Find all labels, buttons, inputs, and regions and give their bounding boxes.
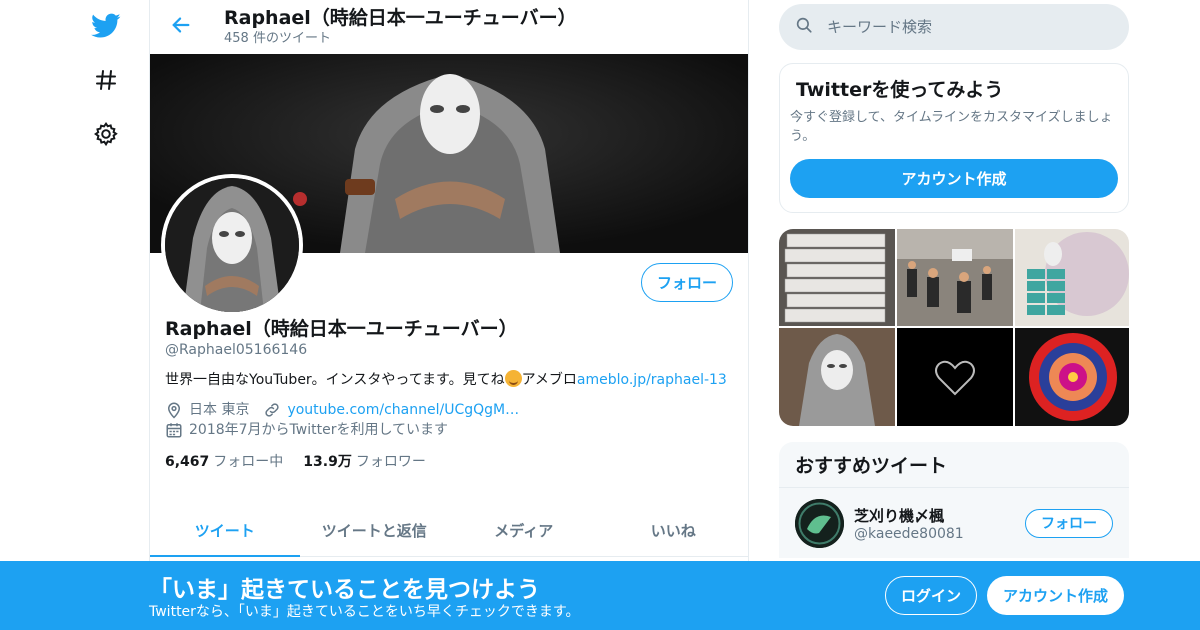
header-title: Raphael（時給日本一ユーチューバー） — [224, 7, 577, 29]
bio-text-after: アメブロ — [521, 372, 577, 388]
followers-stat[interactable]: 13.9万 フォロワー — [303, 451, 426, 471]
arrow-left-icon — [170, 14, 192, 40]
followers-count: 13.9万 — [303, 454, 352, 470]
signup-button[interactable]: アカウント作成 — [987, 576, 1124, 615]
profile-bio: 世界一自由なYouTuber。インスタやってます。見てね アメブロameblo.j… — [165, 370, 730, 390]
recommended-user-handle: @kaeede80081 — [854, 525, 964, 542]
media-thumbnail[interactable] — [1015, 328, 1129, 426]
media-thumbnail[interactable] — [897, 229, 1013, 326]
profile-info: Raphael（時給日本一ユーチューバー） @Raphael05166146 世… — [165, 317, 735, 471]
following-stat[interactable]: 6,467 フォロー中 — [165, 451, 283, 471]
tab-tweets-and-replies[interactable]: ツイートと返信 — [300, 505, 450, 556]
recommended-user[interactable]: 芝刈り機〆楓 @kaeede80081 フォロー — [779, 488, 1129, 558]
followers-label: フォロワー — [355, 454, 426, 470]
search-box — [779, 4, 1129, 50]
profile-stats: 6,467 フォロー中 13.9万 フォロワー — [165, 451, 735, 471]
location-pin-icon — [165, 401, 183, 419]
bottom-signup-bar: 「いま」起きていることを見つけよう Twitterなら、「いま」起きていることを… — [0, 561, 1200, 630]
left-nav — [82, 8, 130, 156]
bottom-bar-subtitle: Twitterなら、「いま」起きていることをいち早くチェックできます。 — [149, 604, 580, 620]
create-account-button[interactable]: アカウント作成 — [790, 159, 1118, 198]
bio-link[interactable]: ameblo.jp/raphael-13 — [577, 372, 727, 388]
twitter-logo-button[interactable] — [86, 8, 126, 48]
recommended-title: おすすめツイート — [779, 442, 1129, 488]
login-button[interactable]: ログイン — [885, 576, 977, 615]
tab-tweets[interactable]: ツイート — [150, 505, 300, 557]
profile-column: Raphael（時給日本一ユーチューバー） 458 件のツイート フォロー Ra… — [149, 0, 749, 630]
follow-button[interactable]: フォロー — [640, 263, 733, 302]
recommended-tweets: おすすめツイート 芝刈り機〆楓 @kaeede80081 フォロー — [779, 442, 1129, 558]
tab-media[interactable]: メディア — [449, 505, 599, 556]
media-thumbnail[interactable] — [1015, 229, 1129, 326]
hashtag-icon — [94, 68, 118, 96]
profile-handle: @Raphael05166146 — [165, 342, 308, 358]
recommended-follow-button[interactable]: フォロー — [1025, 508, 1113, 538]
profile-location: 日本 東京 — [189, 402, 250, 418]
media-grid — [779, 229, 1129, 426]
following-label: フォロー中 — [213, 454, 284, 470]
bio-text: 世界一自由なYouTuber。インスタやってます。見てね — [165, 372, 505, 388]
signup-card-text: 今すぐ登録して、タイムラインをカスタマイズしましょう。 — [790, 110, 1113, 144]
search-input[interactable] — [827, 18, 1087, 36]
settings-button[interactable] — [86, 116, 126, 156]
gear-icon — [93, 121, 119, 151]
bottom-bar-title: 「いま」起きていることを見つけよう — [149, 577, 540, 603]
avatar-image — [165, 178, 299, 312]
explore-button[interactable] — [86, 62, 126, 102]
following-count: 6,467 — [165, 454, 210, 470]
smiling-face-emoji-icon — [504, 370, 522, 387]
media-thumbnail[interactable] — [897, 328, 1013, 426]
profile-avatar[interactable] — [161, 174, 303, 316]
twitter-bird-icon — [91, 13, 121, 43]
avatar[interactable] — [795, 498, 844, 548]
profile-joined-row: 2018年7月からTwitterを利用しています — [165, 420, 735, 440]
tweet-count: 458 件のツイート — [224, 31, 331, 46]
profile-tabs: ツイート ツイートと返信 メディア いいね — [150, 505, 748, 557]
signup-card: Twitterを使ってみよう 今すぐ登録して、タイムラインをカスタマイズしましょ… — [779, 63, 1129, 213]
profile-meta-row: 日本 東京 youtube.com/channel/UCgQgM… — [165, 400, 735, 420]
search-icon — [795, 16, 813, 38]
calendar-icon — [165, 421, 183, 439]
media-thumbnail[interactable] — [779, 229, 895, 326]
recommended-user-name[interactable]: 芝刈り機〆楓 — [854, 505, 1025, 526]
right-sidebar: Twitterを使ってみよう 今すぐ登録して、タイムラインをカスタマイズしましょ… — [779, 4, 1129, 558]
profile-header: Raphael（時給日本一ユーチューバー） 458 件のツイート — [150, 0, 748, 54]
media-thumbnail[interactable] — [779, 328, 895, 426]
profile-name: Raphael（時給日本一ユーチューバー） — [165, 318, 518, 340]
profile-website-link[interactable]: youtube.com/channel/UCgQgM… — [287, 400, 519, 420]
profile-joined: 2018年7月からTwitterを利用しています — [189, 422, 449, 438]
link-icon — [263, 401, 281, 419]
back-button[interactable] — [164, 10, 198, 44]
tab-likes[interactable]: いいね — [599, 505, 749, 556]
signup-card-title: Twitterを使ってみよう — [796, 79, 1004, 101]
